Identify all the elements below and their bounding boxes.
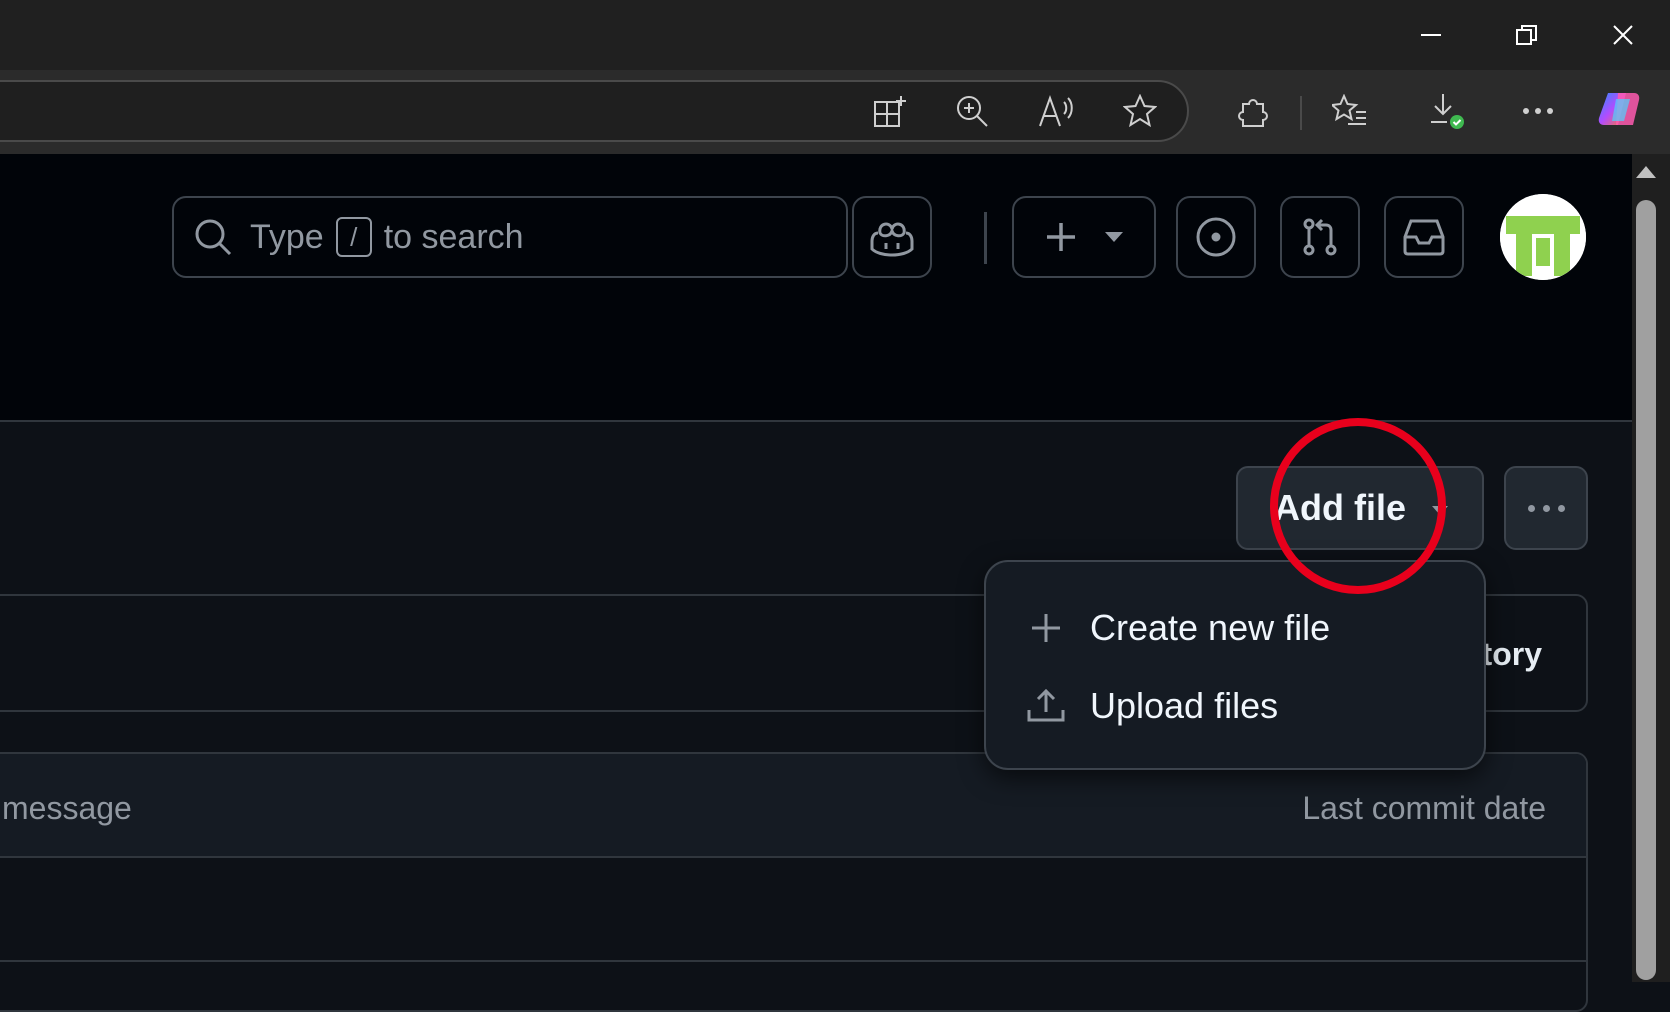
menu-item-label: Upload files xyxy=(1090,685,1279,726)
search-prefix-text: Type xyxy=(250,217,324,256)
issues-button[interactable] xyxy=(1176,196,1256,278)
search-suffix-text: to search xyxy=(383,217,524,256)
search-input[interactable]: Type / to search xyxy=(172,196,848,278)
zoom-icon[interactable] xyxy=(948,87,996,135)
plus-icon xyxy=(1026,608,1066,648)
highlight-circle xyxy=(1270,418,1446,594)
chevron-down-icon xyxy=(1105,232,1123,242)
header-separator xyxy=(984,212,987,264)
plus-icon xyxy=(1047,223,1075,251)
copilot-icon[interactable] xyxy=(1598,85,1646,133)
issue-icon xyxy=(1196,217,1236,257)
kebab-dot xyxy=(1542,504,1550,512)
menu-item-label: Create new file xyxy=(1090,607,1331,648)
partial-button-label[interactable]: tory xyxy=(1482,636,1542,673)
pull-request-icon xyxy=(1303,218,1337,256)
close-icon[interactable] xyxy=(1596,12,1650,58)
upload-icon xyxy=(1026,686,1066,726)
more-options-icon[interactable] xyxy=(1514,87,1562,135)
downloads-icon[interactable] xyxy=(1424,87,1472,135)
more-actions-button[interactable] xyxy=(1504,466,1588,550)
toolbar-separator xyxy=(1300,96,1302,130)
table-row-divider xyxy=(0,960,1586,962)
scroll-up-arrow-icon[interactable] xyxy=(1636,164,1656,178)
pull-requests-button[interactable] xyxy=(1280,196,1360,278)
search-shortcut-key: / xyxy=(335,217,372,257)
search-icon xyxy=(194,218,232,256)
menu-item-create-new-file[interactable]: Create new file xyxy=(1026,598,1330,658)
file-table: message Last commit date xyxy=(0,752,1588,1012)
app-available-icon[interactable] xyxy=(866,87,914,135)
scrollbar-thumb[interactable] xyxy=(1636,200,1656,980)
avatar[interactable] xyxy=(1500,194,1586,280)
address-bar[interactable] xyxy=(0,80,1189,142)
last-commit-date-header: Last commit date xyxy=(1302,790,1546,826)
page-scrollbar[interactable] xyxy=(1632,154,1670,982)
add-file-dropdown-menu: Create new file Upload files xyxy=(984,560,1486,770)
restore-icon[interactable] xyxy=(1500,12,1554,58)
inbox-button[interactable] xyxy=(1384,196,1464,278)
copilot-face-icon xyxy=(870,222,914,257)
github-header: Type / to search xyxy=(0,154,1632,422)
browser-title-bar xyxy=(0,0,1670,70)
favorites-icon[interactable] xyxy=(1326,87,1374,135)
favorite-star-icon[interactable] xyxy=(1116,87,1164,135)
browser-toolbar xyxy=(0,70,1670,154)
inbox-icon xyxy=(1403,219,1445,256)
copilot-button[interactable] xyxy=(852,196,932,278)
kebab-dot xyxy=(1527,504,1535,512)
kebab-dot xyxy=(1557,504,1565,512)
menu-item-upload-files[interactable]: Upload files xyxy=(1026,676,1278,736)
commit-message-header: message xyxy=(2,790,132,826)
minimize-icon[interactable] xyxy=(1404,12,1458,58)
create-new-button[interactable] xyxy=(1012,196,1156,278)
extensions-icon[interactable] xyxy=(1228,87,1276,135)
read-aloud-icon[interactable] xyxy=(1032,87,1080,135)
